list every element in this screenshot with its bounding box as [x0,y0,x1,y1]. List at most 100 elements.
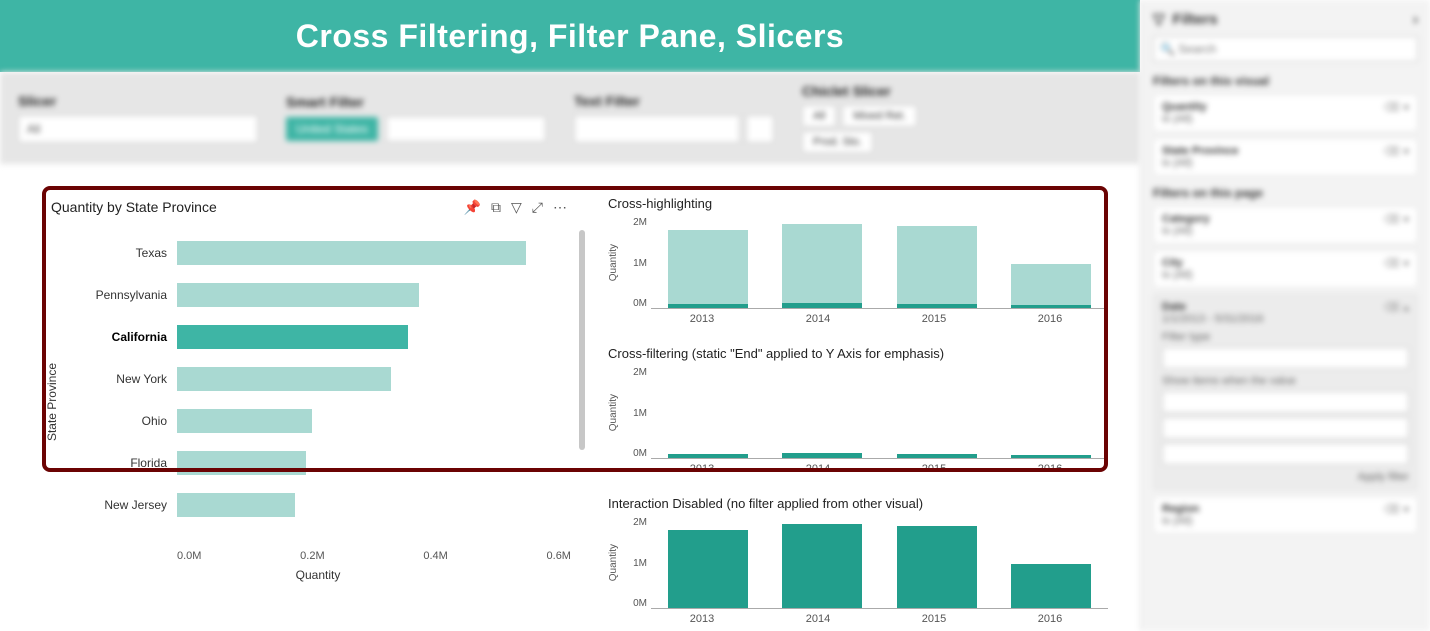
more-options-icon[interactable]: ⋯ [553,199,567,216]
clear-icon[interactable]: ⌫ [1384,145,1400,158]
clear-icon[interactable]: ⌫ [1384,503,1400,516]
slicer-row: Slicer All Smart Filter United States Te… [0,72,1140,164]
filter-card-name: City [1162,257,1409,269]
filter-card[interactable]: City is (All) ⌫▾ [1153,250,1418,288]
bar-row[interactable] [177,400,571,442]
chiclet-slicer[interactable]: Chiclet Slicer All Mixed Ret. Prod. Sto. [802,83,917,153]
slicer-value[interactable]: All [18,115,258,143]
chart-quantity-by-state[interactable]: Quantity by State Province 📌 ⧉ ▽ ⤢ ⋯ Sta… [45,192,571,616]
chevron-right-icon[interactable]: › [1413,11,1418,28]
filter-card[interactable]: Region is (All) ⌫▾ [1153,496,1418,534]
y-axis-title: State Province [45,363,59,441]
column-bar[interactable] [897,367,977,458]
chiclet-item[interactable]: Mixed Ret. [842,105,917,127]
apply-filter-link[interactable]: Apply filter [1162,471,1409,483]
clear-icon[interactable]: ⌫ [1384,213,1400,226]
bar-row[interactable] [177,358,571,400]
filter-card[interactable]: State Province is (All) ⌫▾ [1153,138,1418,176]
relative-unit-select[interactable] [1162,443,1409,465]
bar-row[interactable] [177,316,571,358]
chart-title: Quantity by State Province [51,199,217,215]
chevron-down-icon[interactable]: ▾ [1403,145,1409,158]
filter-card-name: State Province [1162,145,1409,157]
smart-filter-input[interactable] [386,116,546,142]
filter-card[interactable]: Category is (All) ⌫▾ [1153,206,1418,244]
clear-icon[interactable]: ⌫ [1384,257,1400,270]
chart-interaction-disabled[interactable]: Interaction Disabled (no filter applied … [608,496,1108,626]
bar[interactable] [177,493,295,517]
chart-title: Interaction Disabled (no filter applied … [608,496,1108,511]
bar[interactable] [177,325,408,349]
bar[interactable] [177,241,526,265]
column-bar[interactable] [1011,517,1091,608]
filter-card-date-expanded[interactable]: Date 1/1/2013 - 5/31/2016 ⌫▴ Filter type… [1153,294,1418,490]
y-axis-category-label: Pennsylvania [65,274,175,316]
bar[interactable] [177,283,419,307]
x-axis-tick-label: 2015 [922,463,946,475]
filter-card[interactable]: Quantity is (All) ⌫▾ [1153,94,1418,132]
column-bar[interactable] [668,367,748,458]
bar-row[interactable] [177,442,571,484]
bar-row[interactable] [177,232,571,274]
bar[interactable] [177,409,312,433]
chevron-down-icon[interactable]: ▾ [1403,213,1409,226]
chart-cross-highlighting[interactable]: Cross-highlighting Quantity 2M1M0M 20132… [608,196,1108,326]
bar[interactable] [177,451,306,475]
column-bar[interactable] [668,517,748,608]
clear-icon[interactable]: ⌫ [1384,301,1400,314]
chevron-down-icon[interactable]: ▾ [1403,257,1409,270]
filters-search-placeholder: Search [1178,42,1216,56]
pin-icon[interactable]: 📌 [464,199,481,216]
column-bar[interactable] [668,217,748,308]
filter-card-summary: is (All) [1162,157,1409,169]
copy-icon[interactable]: ⧉ [491,199,501,216]
column-bar-highlight [668,304,748,308]
relative-condition-select[interactable] [1162,391,1409,413]
focus-mode-icon[interactable]: ⤢ [532,199,543,216]
chiclet-item[interactable]: Prod. Sto. [802,131,873,153]
filters-search-input[interactable]: 🔍 Search [1153,36,1418,62]
chart-scrollbar[interactable] [579,230,585,450]
search-icon: 🔍 [1160,42,1175,56]
column-bar[interactable] [782,517,862,608]
text-filter-search-button[interactable] [746,115,774,143]
x-axis-tick-label: 2013 [690,613,714,625]
filter-card-summary: is (All) [1162,113,1409,125]
column-bar[interactable] [1011,367,1091,458]
filter-card-name: Date [1162,301,1409,313]
chevron-down-icon[interactable]: ▾ [1403,101,1409,114]
y-axis-title: Quantity [608,244,619,281]
filters-pane[interactable]: ▽ Filters › 🔍 Search Filters on this vis… [1140,0,1430,631]
x-axis-tick-label: 2013 [690,463,714,475]
slicer-dropdown[interactable]: Slicer All [18,93,258,143]
column-bar[interactable] [897,517,977,608]
text-filter[interactable]: Text Filter [574,93,774,143]
column-bar[interactable] [1011,217,1091,308]
y-axis-title: Quantity [608,394,619,431]
filter-icon[interactable]: ▽ [511,199,522,216]
smart-filter-chip[interactable]: United States [286,117,378,141]
chiclet-item[interactable]: All [802,105,836,127]
bar[interactable] [177,367,391,391]
bar-row[interactable] [177,484,571,526]
filter-card-summary: is (All) [1162,515,1409,527]
smart-filter[interactable]: Smart Filter United States [286,94,546,142]
x-axis-tick-label: 2016 [1038,463,1062,475]
chevron-down-icon[interactable]: ▾ [1403,503,1409,516]
column-bar[interactable] [782,367,862,458]
column-bar-highlight [897,526,977,608]
column-bar[interactable] [782,217,862,308]
chart-cross-filtering[interactable]: Cross-filtering (static "End" applied to… [608,346,1108,476]
smart-filter-label: Smart Filter [286,94,546,110]
clear-icon[interactable]: ⌫ [1384,101,1400,114]
chart-title: Cross-filtering (static "End" applied to… [608,346,1108,361]
filter-icon: ▽ [1153,10,1165,28]
chevron-up-icon[interactable]: ▴ [1403,301,1409,314]
chiclet-slicer-label: Chiclet Slicer [802,83,917,99]
x-axis-tick-label: 2013 [690,313,714,325]
bar-row[interactable] [177,274,571,316]
text-filter-input[interactable] [574,115,740,143]
column-bar[interactable] [897,217,977,308]
relative-number-input[interactable] [1162,417,1409,439]
filter-type-select[interactable] [1162,347,1409,369]
